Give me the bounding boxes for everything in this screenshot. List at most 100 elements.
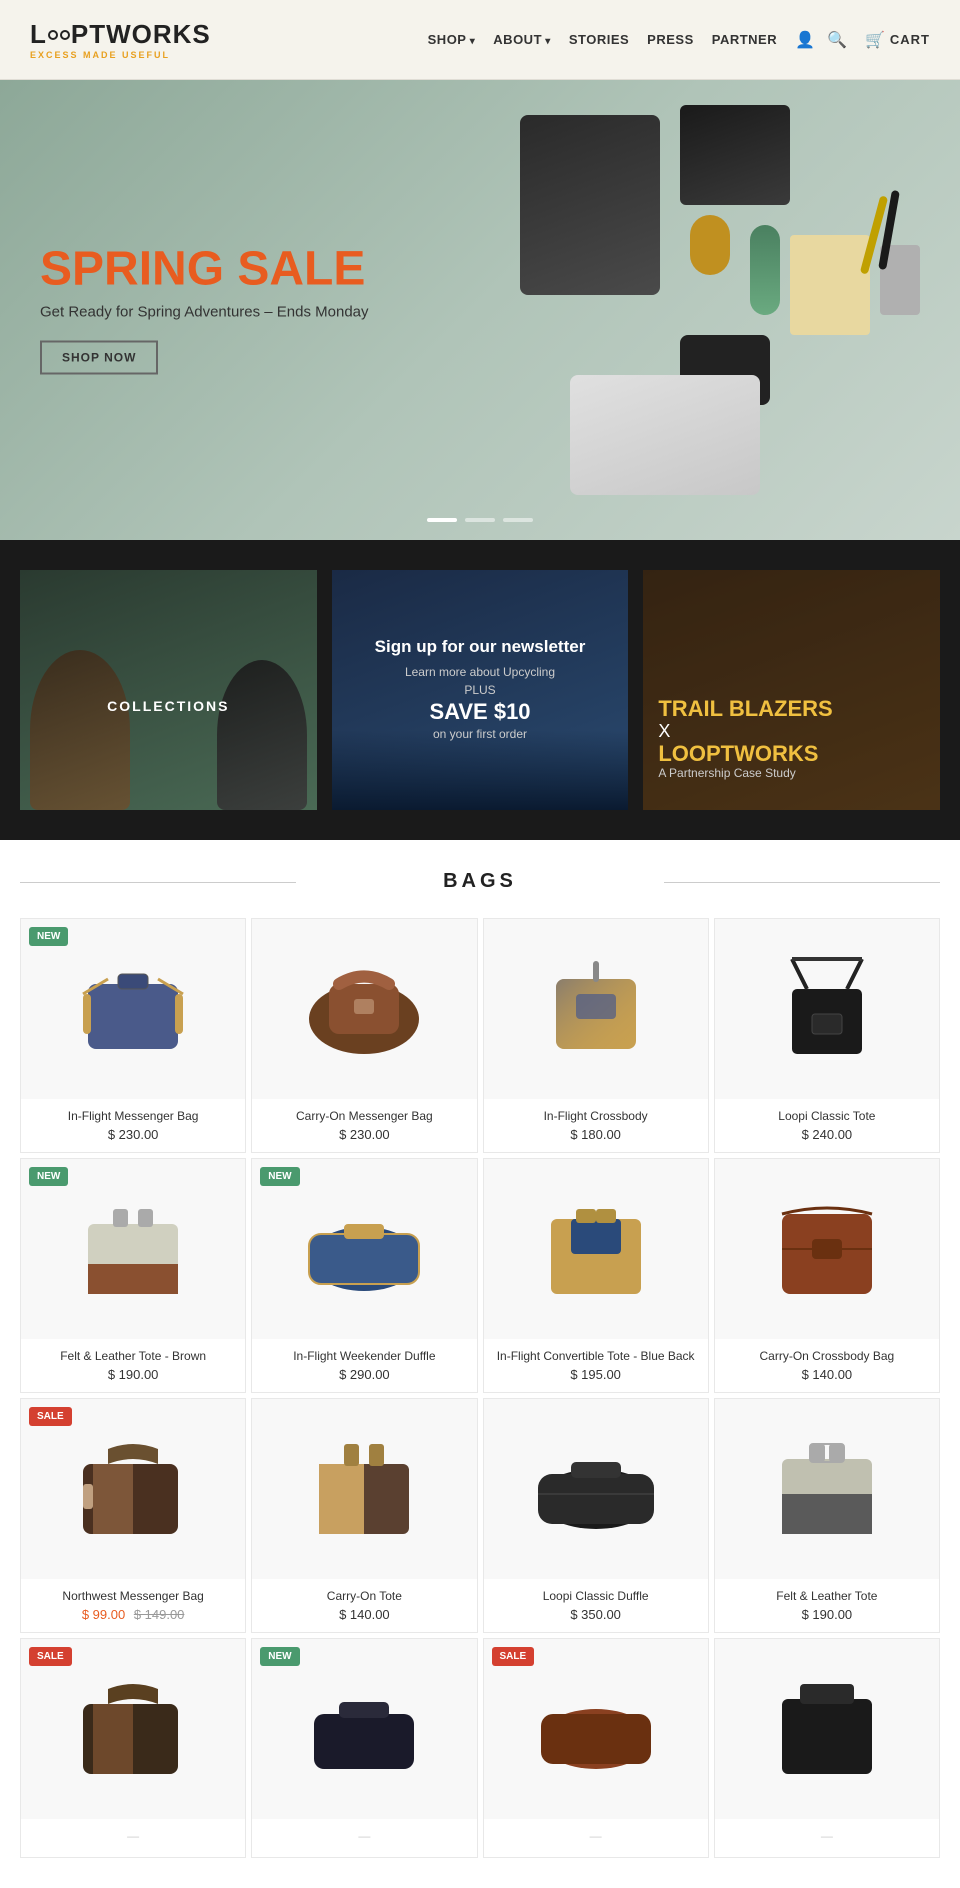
product-card-6[interactable]: In-Flight Convertible Tote - Blue Back $… — [483, 1158, 709, 1393]
cart-button[interactable]: 🛒 CART — [865, 30, 930, 50]
hero-product-image — [440, 95, 940, 525]
cart-icon: 🛒 — [865, 30, 885, 50]
product-name-15: — — [723, 1829, 931, 1843]
product-card-0[interactable]: NEW In-Flight Messenger Bag $ 230.00 — [20, 918, 246, 1153]
hero-sale-text: SPRING SALE — [40, 246, 369, 294]
hero-dot-2[interactable] — [465, 518, 495, 522]
product-card-8[interactable]: SALE Northwest Messenger Bag $ 99.00 $ 1… — [20, 1398, 246, 1633]
bag-svg-1 — [299, 954, 429, 1064]
bag-svg-5 — [299, 1194, 429, 1304]
product-image-11 — [715, 1399, 939, 1579]
product-image-5: NEW — [252, 1159, 476, 1339]
product-card-12[interactable]: SALE — — [20, 1638, 246, 1858]
badge-new-5: NEW — [260, 1167, 299, 1186]
product-image-10 — [484, 1399, 708, 1579]
hero-content: SPRING SALE Get Ready for Spring Adventu… — [40, 246, 369, 375]
main-nav: SHOP ABOUT STORIES PRESS PARTNER 👤 🔍 🛒 C… — [428, 30, 930, 50]
product-card-15[interactable]: — — [714, 1638, 940, 1858]
badge-new-13: NEW — [260, 1647, 299, 1666]
product-name-7: Carry-On Crossbody Bag — [723, 1349, 931, 1363]
trailblazers-card[interactable]: TRAIL BLAZERS X LOOPTWORKS A Partnership… — [643, 570, 940, 810]
nav-press[interactable]: PRESS — [647, 32, 694, 47]
product-name-14: — — [492, 1829, 700, 1843]
product-info-5: In-Flight Weekender Duffle $ 290.00 — [252, 1339, 476, 1392]
nav-shop[interactable]: SHOP — [428, 32, 476, 47]
newsletter-plus: PLUS — [332, 681, 629, 699]
trail-x: X — [658, 721, 925, 742]
product-name-5: In-Flight Weekender Duffle — [260, 1349, 468, 1363]
product-info-3: Loopi Classic Tote $ 240.00 — [715, 1099, 939, 1152]
product-card-1[interactable]: Carry-On Messenger Bag $ 230.00 — [251, 918, 477, 1153]
product-price-6: $ 195.00 — [492, 1367, 700, 1382]
product-info-15: — — [715, 1819, 939, 1857]
product-price-2: $ 180.00 — [492, 1127, 700, 1142]
product-price-11: $ 190.00 — [723, 1607, 931, 1622]
product-card-10[interactable]: Loopi Classic Duffle $ 350.00 — [483, 1398, 709, 1633]
product-info-10: Loopi Classic Duffle $ 350.00 — [484, 1579, 708, 1632]
product-image-0: NEW — [21, 919, 245, 1099]
bags-section-title: BAGS — [20, 870, 940, 893]
product-card-5[interactable]: NEW In-Flight Weekender Duffle $ 290.00 — [251, 1158, 477, 1393]
product-image-2 — [484, 919, 708, 1099]
product-price-3: $ 240.00 — [723, 1127, 931, 1142]
product-card-7[interactable]: Carry-On Crossbody Bag $ 140.00 — [714, 1158, 940, 1393]
bag-svg-2 — [531, 954, 661, 1064]
hero-banner: SPRING SALE Get Ready for Spring Adventu… — [0, 80, 960, 540]
newsletter-save: SAVE $10 — [332, 699, 629, 725]
bag-svg-13 — [299, 1674, 429, 1784]
original-price-8: $ 149.00 — [134, 1607, 185, 1622]
bag-svg-14 — [531, 1674, 661, 1784]
logo-oo-circles — [48, 30, 70, 40]
product-card-14[interactable]: SALE — — [483, 1638, 709, 1858]
trail-line2: LOOPTWORKS — [658, 742, 925, 766]
trail-line1: TRAIL BLAZERS — [658, 697, 925, 721]
product-image-4: NEW — [21, 1159, 245, 1339]
bags-section: BAGS NEW In-Flight Messenger Bag $ 230.0… — [0, 840, 960, 1888]
trail-sub: A Partnership Case Study — [658, 766, 925, 780]
bag-svg-0 — [68, 954, 198, 1064]
badge-sale-12: SALE — [29, 1647, 72, 1666]
mid-section: COLLECTIONS Sign up for our newsletter L… — [0, 540, 960, 840]
product-info-13: — — [252, 1819, 476, 1857]
product-card-13[interactable]: NEW — — [251, 1638, 477, 1858]
newsletter-title: Sign up for our newsletter — [332, 637, 629, 657]
hero-dot-3[interactable] — [503, 518, 533, 522]
bag-svg-3 — [762, 954, 892, 1064]
product-card-3[interactable]: Loopi Classic Tote $ 240.00 — [714, 918, 940, 1153]
nav-stories[interactable]: STORIES — [569, 32, 629, 47]
product-price-0: $ 230.00 — [29, 1127, 237, 1142]
product-name-3: Loopi Classic Tote — [723, 1109, 931, 1123]
product-card-4[interactable]: NEW Felt & Leather Tote - Brown $ 190.00 — [20, 1158, 246, 1393]
product-info-0: In-Flight Messenger Bag $ 230.00 — [21, 1099, 245, 1152]
product-image-15 — [715, 1639, 939, 1819]
collections-card[interactable]: COLLECTIONS — [20, 570, 317, 810]
product-image-7 — [715, 1159, 939, 1339]
bag-svg-9 — [299, 1434, 429, 1544]
newsletter-card[interactable]: Sign up for our newsletter Learn more ab… — [332, 570, 629, 810]
product-card-11[interactable]: Felt & Leather Tote $ 190.00 — [714, 1398, 940, 1633]
hero-shop-now-button[interactable]: SHOP NOW — [40, 341, 158, 375]
product-image-14: SALE — [484, 1639, 708, 1819]
product-info-8: Northwest Messenger Bag $ 99.00 $ 149.00 — [21, 1579, 245, 1632]
user-icon[interactable]: 👤 — [795, 30, 815, 50]
badge-sale-14: SALE — [492, 1647, 535, 1666]
product-info-9: Carry-On Tote $ 140.00 — [252, 1579, 476, 1632]
product-name-1: Carry-On Messenger Bag — [260, 1109, 468, 1123]
nav-icons: 👤 🔍 — [795, 30, 847, 50]
collections-bg — [20, 570, 317, 810]
search-icon[interactable]: 🔍 — [827, 30, 847, 50]
product-image-3 — [715, 919, 939, 1099]
product-image-8: SALE — [21, 1399, 245, 1579]
hero-dot-1[interactable] — [427, 518, 457, 522]
product-card-9[interactable]: Carry-On Tote $ 140.00 — [251, 1398, 477, 1633]
bag-svg-7 — [762, 1194, 892, 1304]
product-price-7: $ 140.00 — [723, 1367, 931, 1382]
bag-svg-6 — [531, 1194, 661, 1304]
nav-partner[interactable]: PARTNER — [712, 32, 777, 47]
product-name-2: In-Flight Crossbody — [492, 1109, 700, 1123]
badge-new-0: NEW — [29, 927, 68, 946]
logo[interactable]: L PTWORKS EXCESS MADE USEFUL — [30, 19, 211, 60]
product-name-8: Northwest Messenger Bag — [29, 1589, 237, 1603]
nav-about[interactable]: ABOUT — [493, 32, 551, 47]
product-card-2[interactable]: In-Flight Crossbody $ 180.00 — [483, 918, 709, 1153]
